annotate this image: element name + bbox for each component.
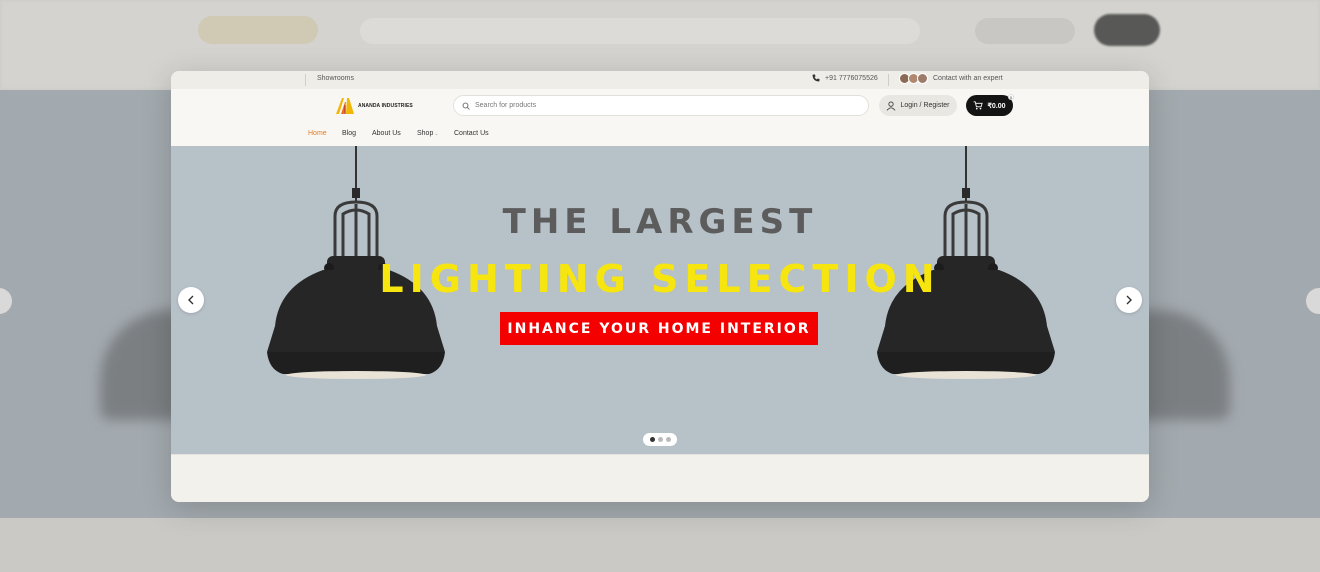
slider-dot[interactable]: [649, 437, 655, 442]
contact-expert[interactable]: Contact with an expert: [899, 73, 1003, 84]
slider-dot[interactable]: [665, 437, 671, 442]
hero-cta-banner[interactable]: INHANCE YOUR HOME INTERIOR: [500, 312, 818, 345]
nav-item-shop[interactable]: Shop⌄: [417, 130, 439, 137]
site-logo[interactable]: ANANDA INDUSTRIES: [335, 97, 413, 115]
topbar-divider: [888, 74, 889, 86]
background-logo: [198, 16, 318, 44]
site-header: ANANDA INDUSTRIES Search for products Lo…: [171, 89, 1149, 125]
content-below-hero: [171, 454, 1149, 502]
main-nav: Home Blog About Us Shop⌄ Contact Us: [171, 125, 1149, 146]
preview-window: Showrooms +91 7776075526 Contact with an…: [171, 71, 1149, 502]
search-input[interactable]: Search for products: [453, 95, 869, 116]
hero-slider: THE LARGEST LIGHTING SELECTION INHANCE Y…: [171, 146, 1149, 454]
slider-next-button[interactable]: [1116, 287, 1142, 313]
hero-headline-line1: THE LARGEST: [502, 202, 818, 242]
background-search: [360, 18, 920, 44]
nav-item-about-us[interactable]: About Us: [372, 130, 401, 137]
logo-mark-icon: [336, 98, 354, 114]
cart-button[interactable]: ₹0.00: [966, 95, 1013, 116]
chevron-left-icon: [188, 295, 194, 305]
nav-item-blog[interactable]: Blog: [342, 130, 356, 137]
login-register-button[interactable]: Login / Register: [879, 95, 957, 116]
phone-number: +91 7776075526: [825, 74, 878, 82]
nav-item-contact-us[interactable]: Contact Us: [454, 130, 489, 137]
background-login: [975, 18, 1075, 44]
slider-prev-button[interactable]: [178, 287, 204, 313]
background-cart: [1094, 14, 1160, 46]
cart-total: ₹0.00: [987, 102, 1006, 110]
top-bar: Showrooms +91 7776075526 Contact with an…: [171, 71, 1149, 89]
logo-text: ANANDA INDUSTRIES: [358, 103, 413, 109]
showrooms-link[interactable]: Showrooms: [317, 75, 354, 82]
avatar: [917, 73, 928, 84]
slider-dot[interactable]: [657, 437, 663, 442]
cart-icon: [974, 101, 984, 110]
background-footer: [0, 518, 1320, 572]
chevron-down-icon: ⌄: [434, 131, 439, 137]
nav-item-home[interactable]: Home: [308, 130, 327, 137]
search-icon: [462, 102, 470, 110]
expert-avatars: [899, 73, 928, 84]
phone-contact[interactable]: +91 7776075526: [812, 74, 878, 82]
hero-headline-line2: LIGHTING SELECTION: [379, 257, 941, 301]
search-placeholder: Search for products: [475, 102, 537, 109]
login-label: Login / Register: [900, 102, 950, 109]
phone-icon: [812, 74, 820, 82]
topbar-divider: [305, 74, 306, 86]
nav-item-shop-label: Shop: [417, 130, 434, 137]
cart-count-badge: 0: [1008, 94, 1014, 100]
expert-label: Contact with an expert: [933, 75, 1003, 82]
user-icon: [887, 101, 896, 111]
slider-pagination: [643, 433, 677, 446]
chevron-right-icon: [1126, 295, 1132, 305]
